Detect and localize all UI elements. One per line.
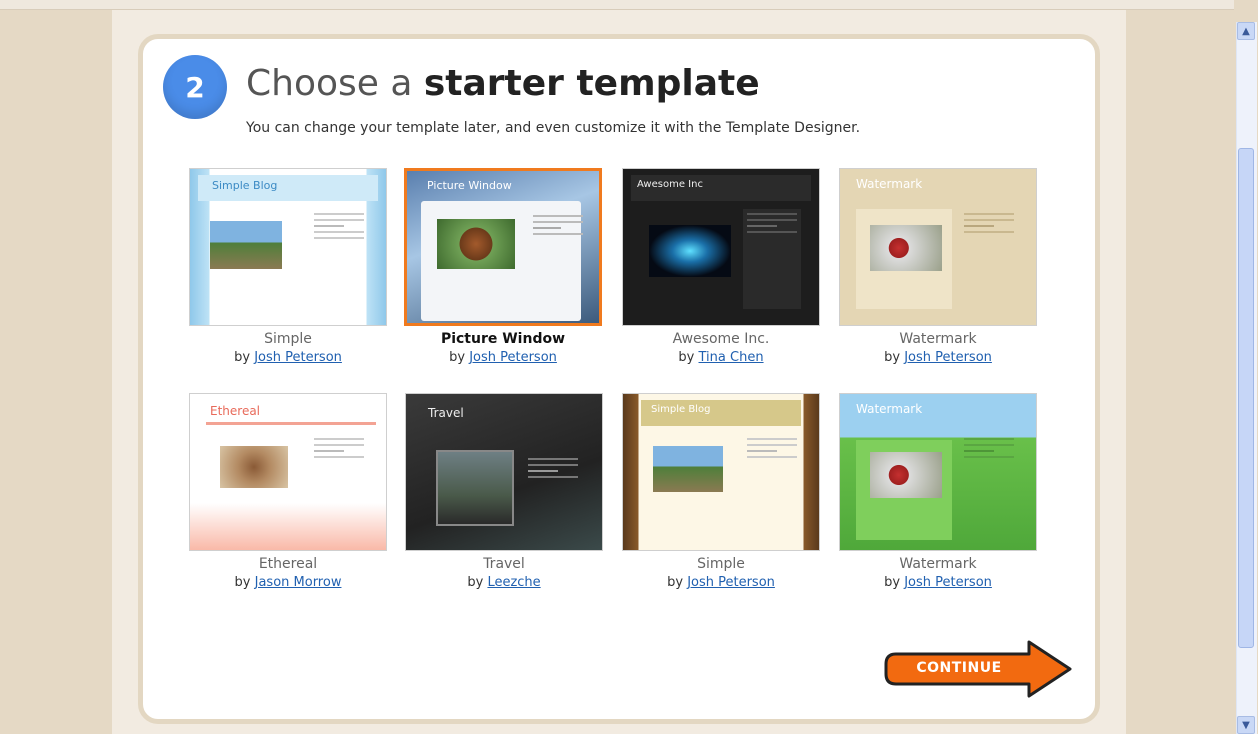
template-name: Simple	[697, 556, 745, 572]
template-card-ethereal[interactable]: Ethereal Ethereal by Jason Morrow	[189, 393, 387, 590]
template-name: Ethereal	[258, 556, 318, 572]
template-name: Awesome Inc.	[672, 331, 770, 347]
thumb-title: Travel	[428, 406, 464, 420]
template-byline: by Josh Peterson	[404, 350, 602, 365]
template-card-travel[interactable]: Travel Travel by Leezche	[405, 393, 603, 590]
template-thumbnail[interactable]: Simple Blog	[189, 168, 387, 326]
by-label: by	[467, 575, 484, 590]
template-thumbnail-selected[interactable]: Picture Window	[404, 168, 602, 326]
template-thumbnail[interactable]: Ethereal	[189, 393, 387, 551]
continue-label: CONTINUE	[916, 660, 1002, 676]
template-byline: by Josh Peterson	[839, 575, 1037, 590]
template-name: Watermark	[899, 331, 977, 347]
thumb-title: Watermark	[856, 177, 923, 191]
thumb-title: Watermark	[856, 402, 923, 416]
by-label: by	[234, 575, 251, 590]
template-thumbnail[interactable]: Travel	[405, 393, 603, 551]
author-link[interactable]: Josh Peterson	[904, 350, 992, 365]
step-number-badge: 2	[163, 55, 227, 119]
author-link[interactable]: Tina Chen	[699, 350, 764, 365]
author-link[interactable]: Josh Peterson	[469, 350, 557, 365]
template-byline: by Tina Chen	[622, 350, 820, 365]
by-label: by	[884, 350, 901, 365]
scroll-down-icon[interactable]: ▼	[1237, 716, 1255, 734]
thumb-title: Simple Blog	[651, 404, 711, 415]
scroll-up-icon[interactable]: ▲	[1237, 22, 1255, 40]
page-subtitle: You can change your template later, and …	[246, 120, 861, 136]
template-byline: by Leezche	[405, 575, 603, 590]
title-bold: starter template	[423, 63, 760, 104]
thumb-title: Awesome Inc	[637, 179, 703, 190]
template-byline: by Josh Peterson	[839, 350, 1037, 365]
template-byline: by Jason Morrow	[189, 575, 387, 590]
template-name: Picture Window	[440, 331, 566, 347]
template-name: Travel	[483, 556, 525, 572]
step-number: 2	[185, 70, 205, 104]
scrollbar-thumb[interactable]	[1238, 148, 1254, 648]
template-card-watermark[interactable]: Watermark Watermark by Josh Peterson	[839, 168, 1037, 365]
author-link[interactable]: Josh Peterson	[687, 575, 775, 590]
author-link[interactable]: Josh Peterson	[904, 575, 992, 590]
template-thumbnail[interactable]: Watermark	[839, 393, 1037, 551]
browser-top-edge	[0, 0, 1234, 10]
template-chooser-panel	[138, 34, 1100, 724]
author-link[interactable]: Josh Peterson	[254, 350, 342, 365]
template-name: Simple	[264, 331, 312, 347]
template-card-awesome-inc[interactable]: Awesome Inc Awesome Inc. by Tina Chen	[622, 168, 820, 365]
template-thumbnail[interactable]: Watermark	[839, 168, 1037, 326]
thumb-title: Simple Blog	[212, 179, 278, 192]
author-link[interactable]: Jason Morrow	[255, 575, 342, 590]
template-byline: by Josh Peterson	[189, 350, 387, 365]
template-card-simple[interactable]: Simple Blog Simple by Josh Peterson	[189, 168, 387, 365]
template-byline: by Josh Peterson	[622, 575, 820, 590]
template-card-simple-books[interactable]: Simple Blog Simple by Josh Peterson	[622, 393, 820, 590]
by-label: by	[449, 350, 466, 365]
template-name: Watermark	[899, 556, 977, 572]
by-label: by	[667, 575, 684, 590]
template-thumbnail[interactable]: Awesome Inc	[622, 168, 820, 326]
by-label: by	[884, 575, 901, 590]
author-link[interactable]: Leezche	[487, 575, 540, 590]
page-title: Choose a starter template	[246, 63, 760, 104]
thumb-title: Ethereal	[210, 404, 261, 418]
template-thumbnail[interactable]: Simple Blog	[622, 393, 820, 551]
template-card-picture-window[interactable]: Picture Window Picture Window by Josh Pe…	[404, 168, 602, 365]
by-label: by	[678, 350, 695, 365]
by-label: by	[234, 350, 251, 365]
thumb-title: Picture Window	[427, 179, 512, 192]
template-card-watermark-green[interactable]: Watermark Watermark by Josh Peterson	[839, 393, 1037, 590]
title-prefix: Choose a	[246, 63, 413, 104]
continue-button[interactable]: CONTINUE	[884, 640, 1074, 698]
